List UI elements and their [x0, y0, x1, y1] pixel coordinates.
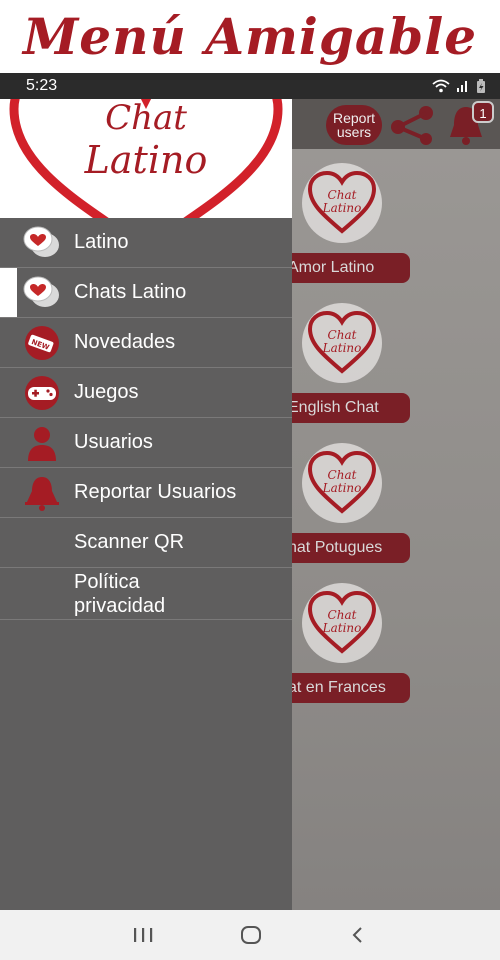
svg-text:Chat: Chat: [328, 328, 357, 342]
navigation-drawer: Chat Latino Latino Chats Latino NEW Nove…: [0, 99, 292, 910]
report-users-button[interactable]: Report users: [326, 105, 382, 145]
menu-label: Chats Latino: [74, 281, 187, 303]
svg-text:Latino: Latino: [322, 621, 362, 635]
back-icon[interactable]: [348, 925, 368, 945]
gamepad-icon: [25, 376, 59, 410]
menu-label: Latino: [74, 231, 129, 253]
room-button[interactable]: at en Frances: [288, 673, 410, 703]
battery-icon: [477, 78, 485, 93]
chat-latino-logo: Chat Latino: [9, 99, 283, 218]
drawer-header: Chat Latino: [0, 99, 292, 218]
signal-icon: [457, 81, 467, 92]
menu-item-usuarios[interactable]: Usuarios: [0, 418, 292, 468]
room-button[interactable]: hat Potugues: [288, 533, 410, 563]
bell-icon: [25, 477, 59, 511]
heart-logo-icon: Chat Latino: [307, 311, 377, 374]
menu-item-novedades[interactable]: NEW Novedades: [0, 318, 292, 368]
logo-line1: Chat: [105, 99, 187, 138]
heart-logo-icon: Chat Latino: [307, 171, 377, 234]
menu-label: Juegos: [74, 381, 139, 403]
svg-text:Latino: Latino: [322, 341, 362, 355]
heart-logo-icon: Chat Latino: [307, 451, 377, 514]
menu-item-scanner-qr[interactable]: Scanner QR: [0, 518, 292, 568]
home-icon[interactable]: [239, 925, 263, 945]
heart-logo-icon: Chat Latino: [307, 591, 377, 654]
notification-badge: 1: [472, 101, 494, 123]
menu-label: Reportar Usuarios: [74, 481, 237, 503]
menu-label: Usuarios: [74, 431, 153, 453]
menu-label: Novedades: [74, 331, 176, 353]
share-icon[interactable]: [388, 105, 438, 145]
new-tag-icon: NEW: [25, 326, 59, 360]
chat-bubbles-icon: [23, 226, 59, 257]
svg-text:Latino: Latino: [322, 481, 362, 495]
menu-item-juegos[interactable]: Juegos: [0, 368, 292, 418]
room-button[interactable]: English Chat: [288, 393, 410, 423]
room-button[interactable]: Amor Latino: [288, 253, 410, 283]
logo-line2: Latino: [84, 138, 208, 182]
menu-item-reportar-usuarios[interactable]: Reportar Usuarios: [0, 468, 292, 518]
menu-item-politica-privacidad[interactable]: Política privacidad: [0, 568, 292, 620]
wifi-icon: [432, 79, 450, 93]
drawer-menu: Latino Chats Latino NEW Novedades Juegos…: [0, 218, 292, 620]
chat-bubbles-icon: [23, 276, 59, 307]
user-icon: [28, 427, 56, 461]
banner-title: Menú Amigable: [22, 7, 478, 66]
menu-label: Política privacidad: [74, 571, 166, 617]
system-nav-bar: [0, 910, 500, 960]
menu-item-chats-latino[interactable]: Chats Latino: [0, 268, 292, 318]
svg-text:Chat: Chat: [328, 188, 357, 202]
status-icons: [432, 78, 486, 94]
menu-item-latino[interactable]: Latino: [0, 218, 292, 268]
svg-text:Chat: Chat: [328, 608, 357, 622]
status-time: 5:23: [26, 77, 58, 94]
status-bar: 5:23: [0, 73, 500, 99]
recent-apps-icon[interactable]: [132, 926, 154, 944]
svg-text:Chat: Chat: [328, 468, 357, 482]
menu-label: Scanner QR: [74, 531, 185, 553]
svg-text:Latino: Latino: [322, 201, 362, 215]
promo-banner: Menú Amigable: [0, 0, 500, 73]
